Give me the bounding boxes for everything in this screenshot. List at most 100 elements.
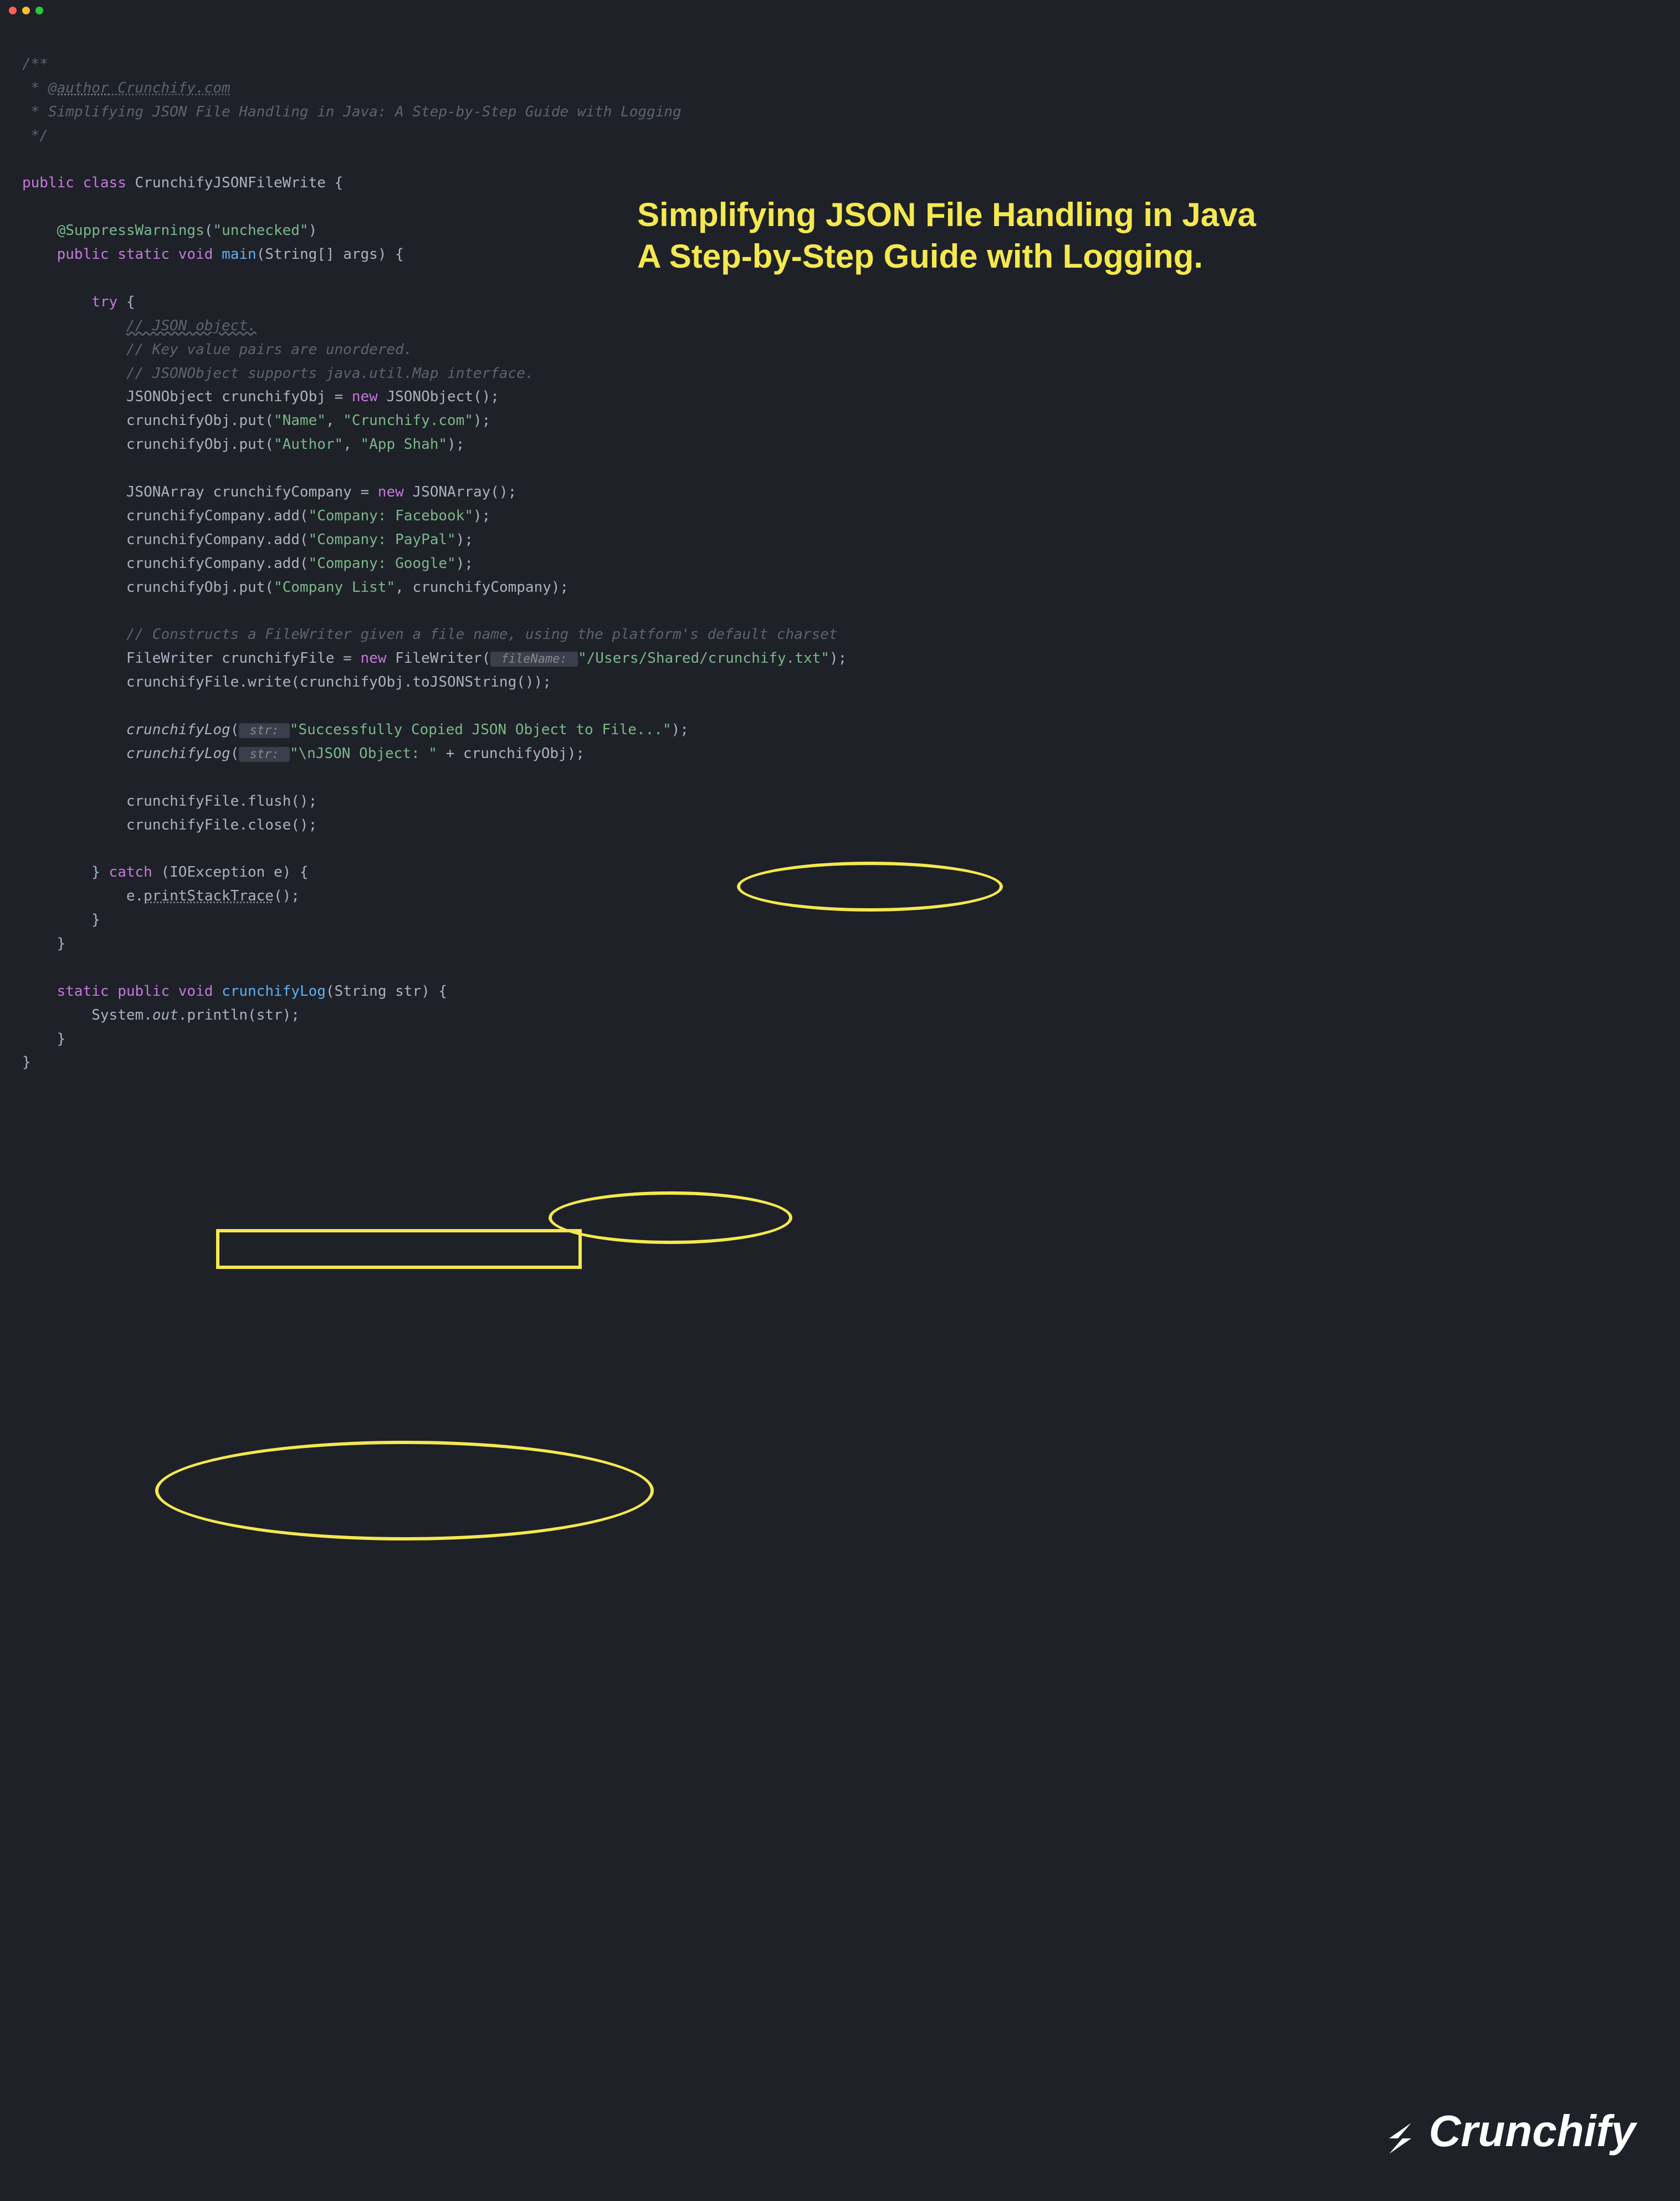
log-call: crunchifyLog	[126, 721, 231, 738]
str-jsonobj: "\nJSON Object: "	[290, 745, 437, 762]
str-success: "Successfully Copied JSON Object to File…	[290, 721, 672, 738]
brace: }	[91, 912, 100, 928]
keyword-new: new	[360, 650, 386, 667]
paren-semi: );	[672, 721, 689, 738]
catch-params: (IOException e) {	[152, 864, 309, 881]
close-call: crunchifyFile.close();	[126, 817, 317, 833]
keyword-void: void	[178, 246, 213, 263]
doc-comment: /**	[22, 56, 48, 73]
close-icon[interactable]	[9, 7, 17, 14]
fw-write: crunchifyFile.write(crunchifyObj.toJSONS…	[126, 674, 551, 690]
paren: (	[231, 745, 239, 762]
highlight-oval-flushclose	[155, 1441, 654, 1540]
maximize-icon[interactable]	[35, 7, 43, 14]
pst-a: e.	[126, 888, 144, 904]
window-controls	[9, 7, 43, 14]
comma: ,	[326, 412, 343, 429]
keyword-public: public	[22, 175, 74, 191]
obj-decl: JSONObject crunchifyObj =	[126, 388, 352, 405]
keyword-void: void	[178, 983, 213, 1000]
str-author: "Author"	[274, 436, 343, 453]
comment-json: // JSON object.	[126, 318, 257, 334]
str-name: "Name"	[274, 412, 326, 429]
param-hint-str: str:	[239, 723, 289, 738]
keyword-catch: catch	[109, 864, 152, 881]
keyword-new: new	[378, 484, 404, 500]
sout-c: .println(str);	[178, 1007, 300, 1023]
log-call: crunchifyLog	[126, 745, 231, 762]
put-call: crunchifyObj.put(	[126, 579, 274, 596]
brace: {	[117, 294, 135, 310]
method-main: main	[222, 246, 257, 263]
keyword-public: public	[57, 246, 109, 263]
highlight-rect-write	[216, 1229, 582, 1269]
sout-a: System.	[91, 1007, 152, 1023]
keyword-static: static	[117, 246, 170, 263]
pst-c: ();	[274, 888, 300, 904]
brace: }	[22, 1054, 31, 1071]
put-call: crunchifyObj.put(	[126, 436, 274, 453]
logo-text: Crunchify	[1429, 2095, 1636, 2168]
keyword-class: class	[83, 175, 126, 191]
param-hint-str: str:	[239, 747, 289, 762]
str-pp: "Company: PayPal"	[309, 531, 456, 548]
doc-author-tag: @author	[48, 80, 109, 96]
crunchify-icon	[1378, 2109, 1422, 2153]
paren-semi: );	[447, 436, 464, 453]
flush-call: crunchifyFile.flush();	[126, 793, 317, 810]
param-hint-filename: fileName:	[490, 652, 578, 667]
put-tail: , crunchifyCompany);	[395, 579, 568, 596]
brace: {	[326, 175, 343, 191]
doc-line: *	[22, 80, 48, 96]
str-gg: "Company: Google"	[309, 555, 456, 572]
paren-semi: );	[829, 650, 847, 667]
str-val: "Crunchify.com"	[343, 412, 473, 429]
heading-line2: A Step-by-Step Guide with Logging.	[637, 236, 1256, 277]
add-call: crunchifyCompany.add(	[126, 531, 309, 548]
main-params: (String[] args) {	[257, 246, 404, 263]
log-concat: + crunchifyObj);	[437, 745, 585, 762]
log-def-params: (String str) {	[326, 983, 447, 1000]
add-call: crunchifyCompany.add(	[126, 508, 309, 524]
brace: }	[91, 864, 100, 881]
paren: )	[309, 222, 317, 239]
doc-author-val: Crunchify.com	[109, 80, 231, 96]
annotation-arg: "unchecked"	[213, 222, 308, 239]
paren: (	[231, 721, 239, 738]
fw-decl-tail: FileWriter(	[386, 650, 490, 667]
keyword-try: try	[91, 294, 117, 310]
heading-overlay: Simplifying JSON File Handling in Java A…	[637, 194, 1256, 277]
comment-kv: // Key value pairs are unordered.	[126, 341, 413, 358]
str-fb: "Company: Facebook"	[309, 508, 473, 524]
keyword-public: public	[117, 983, 170, 1000]
add-call: crunchifyCompany.add(	[126, 555, 309, 572]
keyword-new: new	[352, 388, 378, 405]
put-call: crunchifyObj.put(	[126, 412, 274, 429]
sout-b: out	[152, 1007, 178, 1023]
comment-map: // JSONObject supports java.util.Map int…	[126, 365, 534, 382]
doc-desc: * Simplifying JSON File Handling in Java…	[22, 104, 682, 120]
minimize-icon[interactable]	[22, 7, 30, 14]
comment-fw: // Constructs a FileWriter given a file …	[126, 626, 838, 643]
crunchify-logo: Crunchify	[1378, 2095, 1636, 2168]
brace: }	[57, 1031, 66, 1047]
doc-end: */	[22, 127, 48, 144]
paren-semi: );	[473, 412, 490, 429]
paren-semi: );	[473, 508, 490, 524]
method-crunchifylog: crunchifyLog	[222, 983, 326, 1000]
keyword-static: static	[57, 983, 109, 1000]
paren-semi: );	[456, 531, 473, 548]
str-val: "App Shah"	[361, 436, 448, 453]
arr-decl: JSONArray crunchifyCompany =	[126, 484, 378, 500]
arr-decl-tail: JSONArray();	[404, 484, 517, 500]
str-clist: "Company List"	[274, 579, 395, 596]
str-path: "/Users/Shared/crunchify.txt"	[578, 650, 829, 667]
annotation: @SuppressWarnings	[57, 222, 204, 239]
class-name: CrunchifyJSONFileWrite	[135, 175, 326, 191]
comma: ,	[343, 436, 360, 453]
pst-b: printStackTrace	[144, 888, 274, 904]
highlight-oval-filewriter	[549, 1191, 792, 1244]
paren-semi: );	[456, 555, 473, 572]
fw-decl: FileWriter crunchifyFile =	[126, 650, 361, 667]
obj-decl-tail: JSONObject();	[378, 388, 499, 405]
